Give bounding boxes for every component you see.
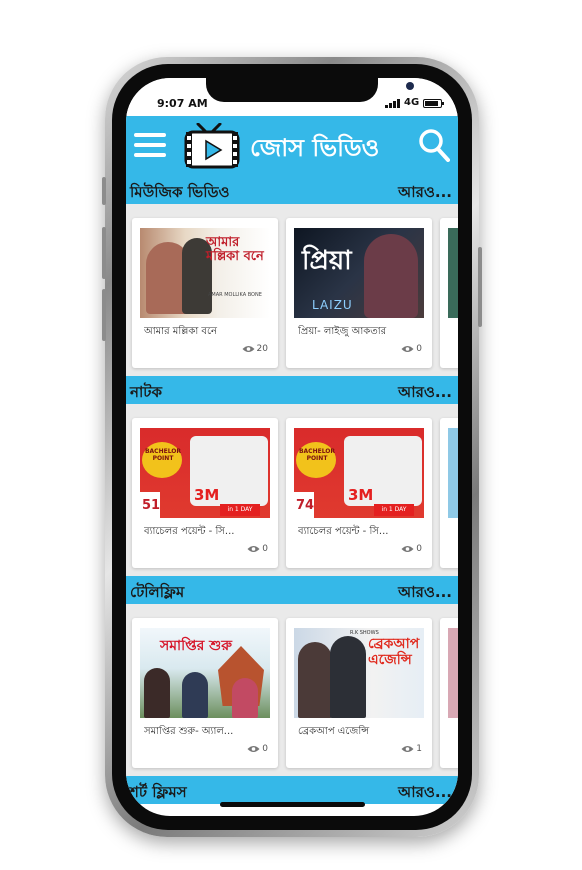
video-carousel[interactable]: BACHELOR POINT 51 3M in 1 DAY ব্যাচেলর প… (126, 404, 458, 576)
video-card[interactable]: ব্রেকআপ এজেন্সি R.K SHOWS ব্রেকআপ এজেন্স… (286, 618, 432, 768)
thumbnail-subtitle: AMAR MOLLIKA BONE (208, 292, 262, 298)
network-type: 4G (404, 97, 420, 108)
video-title: ব্রেকআপ এজেন্সি (298, 726, 370, 737)
phone-frame: 9:07 AM 4G জোস ভিডিও মিউজিক ভিডিও আরও...… (102, 57, 482, 837)
section-header: মিউজিক ভিডিও আরও... (126, 176, 458, 204)
status-time: 9:07 AM (157, 97, 208, 110)
thumbnail-title: সমাপ্তির শুরু (160, 638, 232, 654)
view-count-value: 0 (262, 744, 268, 754)
eye-icon (247, 545, 260, 552)
video-title: সমাপ্তির শুরু- অ্যাল... (144, 726, 234, 737)
section-title: টেলিফ্লিম (130, 583, 185, 601)
episode-number: 74 (296, 498, 315, 513)
content-scroll[interactable]: মিউজিক ভিডিও আরও... আমার মল্লিকা বনে AMA… (126, 176, 458, 816)
video-title: প্রিয়া- লাইজু আকতার (298, 326, 387, 337)
view-count: 1 (401, 744, 422, 754)
thumbnail-title: BACHELOR POINT (298, 448, 336, 462)
app-header: জোস ভিডিও (126, 116, 458, 176)
video-title: ব্যাচেলর পয়েন্ট - সি... (298, 526, 389, 537)
view-count: 0 (247, 544, 268, 554)
front-camera (406, 82, 414, 90)
status-bar: 9:07 AM 4G (126, 78, 458, 116)
thumbnail-subtitle: R.K SHOWS (350, 630, 379, 636)
tv-play-icon (184, 123, 240, 169)
video-thumbnail: BACHELOR POINT 51 3M in 1 DAY (140, 428, 270, 518)
video-title: আমার মল্লিকা বনে (144, 326, 217, 337)
video-card-partial[interactable] (440, 218, 458, 368)
view-count-value: 20 (256, 344, 268, 354)
view-count-value: 0 (416, 544, 422, 554)
actor-figure (330, 636, 366, 718)
actor-figure (232, 678, 258, 718)
section-title: শর্ট ফ্লিমস (130, 783, 187, 801)
views-badge: 3M (348, 486, 374, 504)
video-carousel[interactable]: আমার মল্লিকা বনে AMAR MOLLIKA BONE আমার … (126, 204, 458, 376)
video-thumbnail (448, 428, 458, 518)
views-badge-caption: in 1 DAY (220, 504, 260, 516)
episode-number: 51 (142, 498, 161, 513)
see-more-link[interactable]: আরও... (398, 781, 452, 806)
power-button (478, 247, 482, 327)
video-card[interactable]: BACHELOR POINT 51 3M in 1 DAY ব্যাচেলর প… (132, 418, 278, 568)
video-card-partial[interactable] (440, 418, 458, 568)
see-more-link[interactable]: আরও... (398, 581, 452, 606)
eye-icon (401, 545, 414, 552)
view-count-value: 0 (416, 344, 422, 354)
search-icon[interactable] (418, 128, 450, 162)
actor-figure (144, 668, 170, 718)
section-title: নাটক (130, 383, 162, 401)
video-carousel[interactable]: সমাপ্তির শুরু সমাপ্তির শুরু- অ্যাল... 0 (126, 604, 458, 776)
actor-figure (182, 672, 208, 718)
section-header: টেলিফ্লিম আরও... (126, 576, 458, 604)
volume-up-button (102, 227, 106, 279)
home-indicator[interactable] (220, 802, 365, 807)
views-badge: 3M (194, 486, 220, 504)
eye-icon (401, 345, 414, 352)
video-card[interactable]: BACHELOR POINT 74 3M in 1 DAY ব্যাচেলর প… (286, 418, 432, 568)
thumbnail-title: ব্রেকআপ এজেন্সি (368, 636, 420, 668)
video-thumbnail: সমাপ্তির শুরু (140, 628, 270, 718)
view-count: 0 (401, 544, 422, 554)
view-count-value: 1 (416, 744, 422, 754)
view-count: 0 (247, 744, 268, 754)
eye-icon (247, 745, 260, 752)
thumbnail-title: আমার মল্লিকা বনে (206, 235, 264, 264)
thumbnail-title: প্রিয়া (302, 246, 352, 276)
notch (206, 78, 414, 102)
eye-icon (401, 745, 414, 752)
signal-icon (385, 98, 403, 108)
video-card[interactable]: সমাপ্তির শুরু সমাপ্তির শুরু- অ্যাল... 0 (132, 618, 278, 768)
video-card-partial[interactable] (440, 618, 458, 768)
video-thumbnail: ব্রেকআপ এজেন্সি R.K SHOWS (294, 628, 424, 718)
eye-icon (242, 345, 255, 352)
section-header: শর্ট ফ্লিমস আরও... (126, 776, 458, 804)
section-header: নাটক আরও... (126, 376, 458, 404)
views-badge-caption: in 1 DAY (374, 504, 414, 516)
video-card[interactable]: আমার মল্লিকা বনে AMAR MOLLIKA BONE আমার … (132, 218, 278, 368)
video-thumbnail (448, 628, 458, 718)
video-title: ব্যাচেলর পয়েন্ট - সি... (144, 526, 235, 537)
app-title: জোস ভিডিও (250, 134, 380, 162)
phone-screen: 9:07 AM 4G জোস ভিডিও মিউজিক ভিডিও আরও...… (126, 78, 458, 816)
video-card[interactable]: প্রিয়া LAIZU প্রিয়া- লাইজু আকতার 0 (286, 218, 432, 368)
view-count: 0 (401, 344, 422, 354)
video-thumbnail: BACHELOR POINT 74 3M in 1 DAY (294, 428, 424, 518)
menu-icon[interactable] (134, 133, 166, 157)
see-more-link[interactable]: আরও... (398, 181, 452, 206)
volume-down-button (102, 289, 106, 341)
thumbnail-subtitle: LAIZU (312, 298, 353, 312)
mute-switch (102, 177, 106, 205)
section-title: মিউজিক ভিডিও (130, 183, 230, 201)
battery-icon (423, 99, 444, 108)
see-more-link[interactable]: আরও... (398, 381, 452, 406)
view-count-value: 0 (262, 544, 268, 554)
thumbnail-title: BACHELOR POINT (144, 448, 182, 462)
video-thumbnail: আমার মল্লিকা বনে AMAR MOLLIKA BONE (140, 228, 270, 318)
video-thumbnail: প্রিয়া LAIZU (294, 228, 424, 318)
video-thumbnail (448, 228, 458, 318)
actor-figure (298, 642, 332, 718)
singer-figure (364, 234, 418, 318)
phone-bezel: 9:07 AM 4G জোস ভিডিও মিউজিক ভিডিও আরও...… (112, 64, 472, 830)
view-count: 20 (242, 344, 268, 354)
